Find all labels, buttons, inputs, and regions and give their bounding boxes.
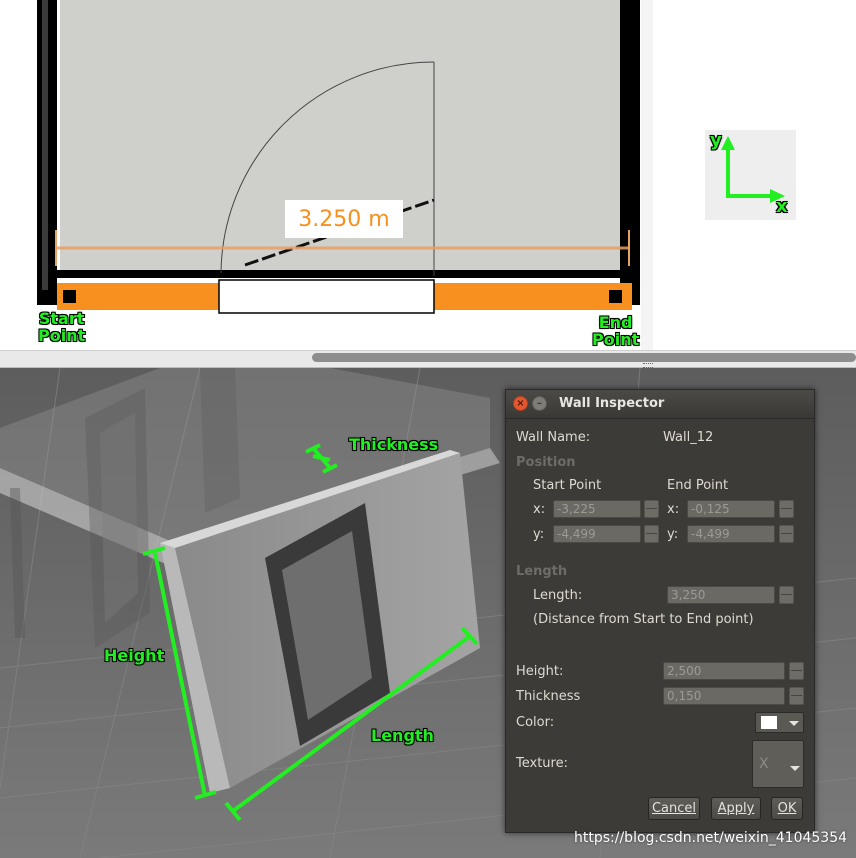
height-field[interactable]: 2,500 — [663, 662, 785, 680]
horizontal-scrollbar[interactable] — [312, 353, 856, 362]
start-y-label: y: — [533, 527, 545, 542]
end-point-header: End Point — [667, 478, 729, 493]
length-measurement: 3.250 m — [285, 200, 403, 238]
thickness-annotation: Thickness — [349, 435, 439, 454]
thickness-field[interactable]: 0,150 — [663, 687, 785, 705]
cancel-button[interactable]: Cancel — [648, 797, 700, 820]
chevron-down-icon — [789, 721, 799, 726]
view-splitter[interactable] — [0, 350, 856, 368]
plan-view[interactable]: 3.250 m y x Start Point End Point — [0, 0, 856, 350]
height-label: Height: — [516, 664, 564, 679]
height-annotation: Height — [104, 646, 165, 665]
dialog-titlebar[interactable]: × – Wall Inspector — [506, 390, 814, 419]
end-y-field[interactable]: -4,499 — [687, 525, 775, 543]
length-annotation: Length — [371, 726, 434, 745]
door-opening — [218, 279, 435, 314]
color-label: Color: — [516, 715, 555, 730]
watermark: https://blog.csdn.net/weixin_41045354 — [574, 830, 848, 846]
plan-canvas — [37, 0, 796, 350]
minimize-icon[interactable]: – — [532, 396, 547, 411]
end-x-label: x: — [667, 502, 680, 517]
start-x-spinner[interactable] — [644, 500, 659, 518]
wall-name-label: Wall Name: — [516, 430, 591, 445]
wall-inspector-dialog: × – Wall Inspector Wall Name: Wall_12 Po… — [505, 389, 815, 833]
dialog-title: Wall Inspector — [559, 396, 665, 411]
end-point-marker — [609, 290, 622, 303]
length-note: (Distance from Start to End point) — [533, 612, 754, 627]
start-point-label: Start Point — [38, 309, 86, 345]
axis-y-label: y — [710, 130, 722, 151]
position-section-title: Position — [516, 455, 576, 470]
start-point-marker — [63, 290, 76, 303]
color-swatch — [761, 716, 777, 729]
color-picker-button[interactable] — [755, 712, 804, 733]
thickness-label: Thickness — [516, 689, 581, 704]
texture-picker-button[interactable]: X — [752, 740, 804, 788]
start-y-field[interactable]: -4,499 — [553, 525, 641, 543]
length-label: Length: — [533, 588, 583, 603]
chevron-down-icon — [790, 766, 800, 771]
end-x-spinner[interactable] — [779, 500, 794, 518]
end-x-field[interactable]: -0,125 — [687, 500, 775, 518]
axis-x-label: x — [776, 196, 788, 217]
wall-name-value: Wall_12 — [663, 430, 714, 445]
start-y-spinner[interactable] — [644, 525, 659, 543]
length-spinner[interactable] — [779, 586, 794, 604]
texture-label: Texture: — [516, 756, 568, 771]
end-point-label: End Point — [592, 313, 640, 349]
apply-button[interactable]: Apply — [711, 797, 761, 820]
end-y-spinner[interactable] — [779, 525, 794, 543]
length-field[interactable]: 3,250 — [667, 586, 775, 604]
close-icon[interactable]: × — [513, 396, 528, 411]
ok-button[interactable]: OK — [771, 797, 803, 820]
height-spinner[interactable] — [789, 662, 804, 680]
start-x-field[interactable]: -3,225 — [553, 500, 641, 518]
length-section-title: Length — [516, 564, 568, 579]
start-x-label: x: — [533, 502, 546, 517]
texture-value: X — [759, 756, 769, 772]
end-y-label: y: — [667, 527, 679, 542]
thickness-spinner[interactable] — [789, 687, 804, 705]
start-point-header: Start Point — [533, 478, 602, 493]
